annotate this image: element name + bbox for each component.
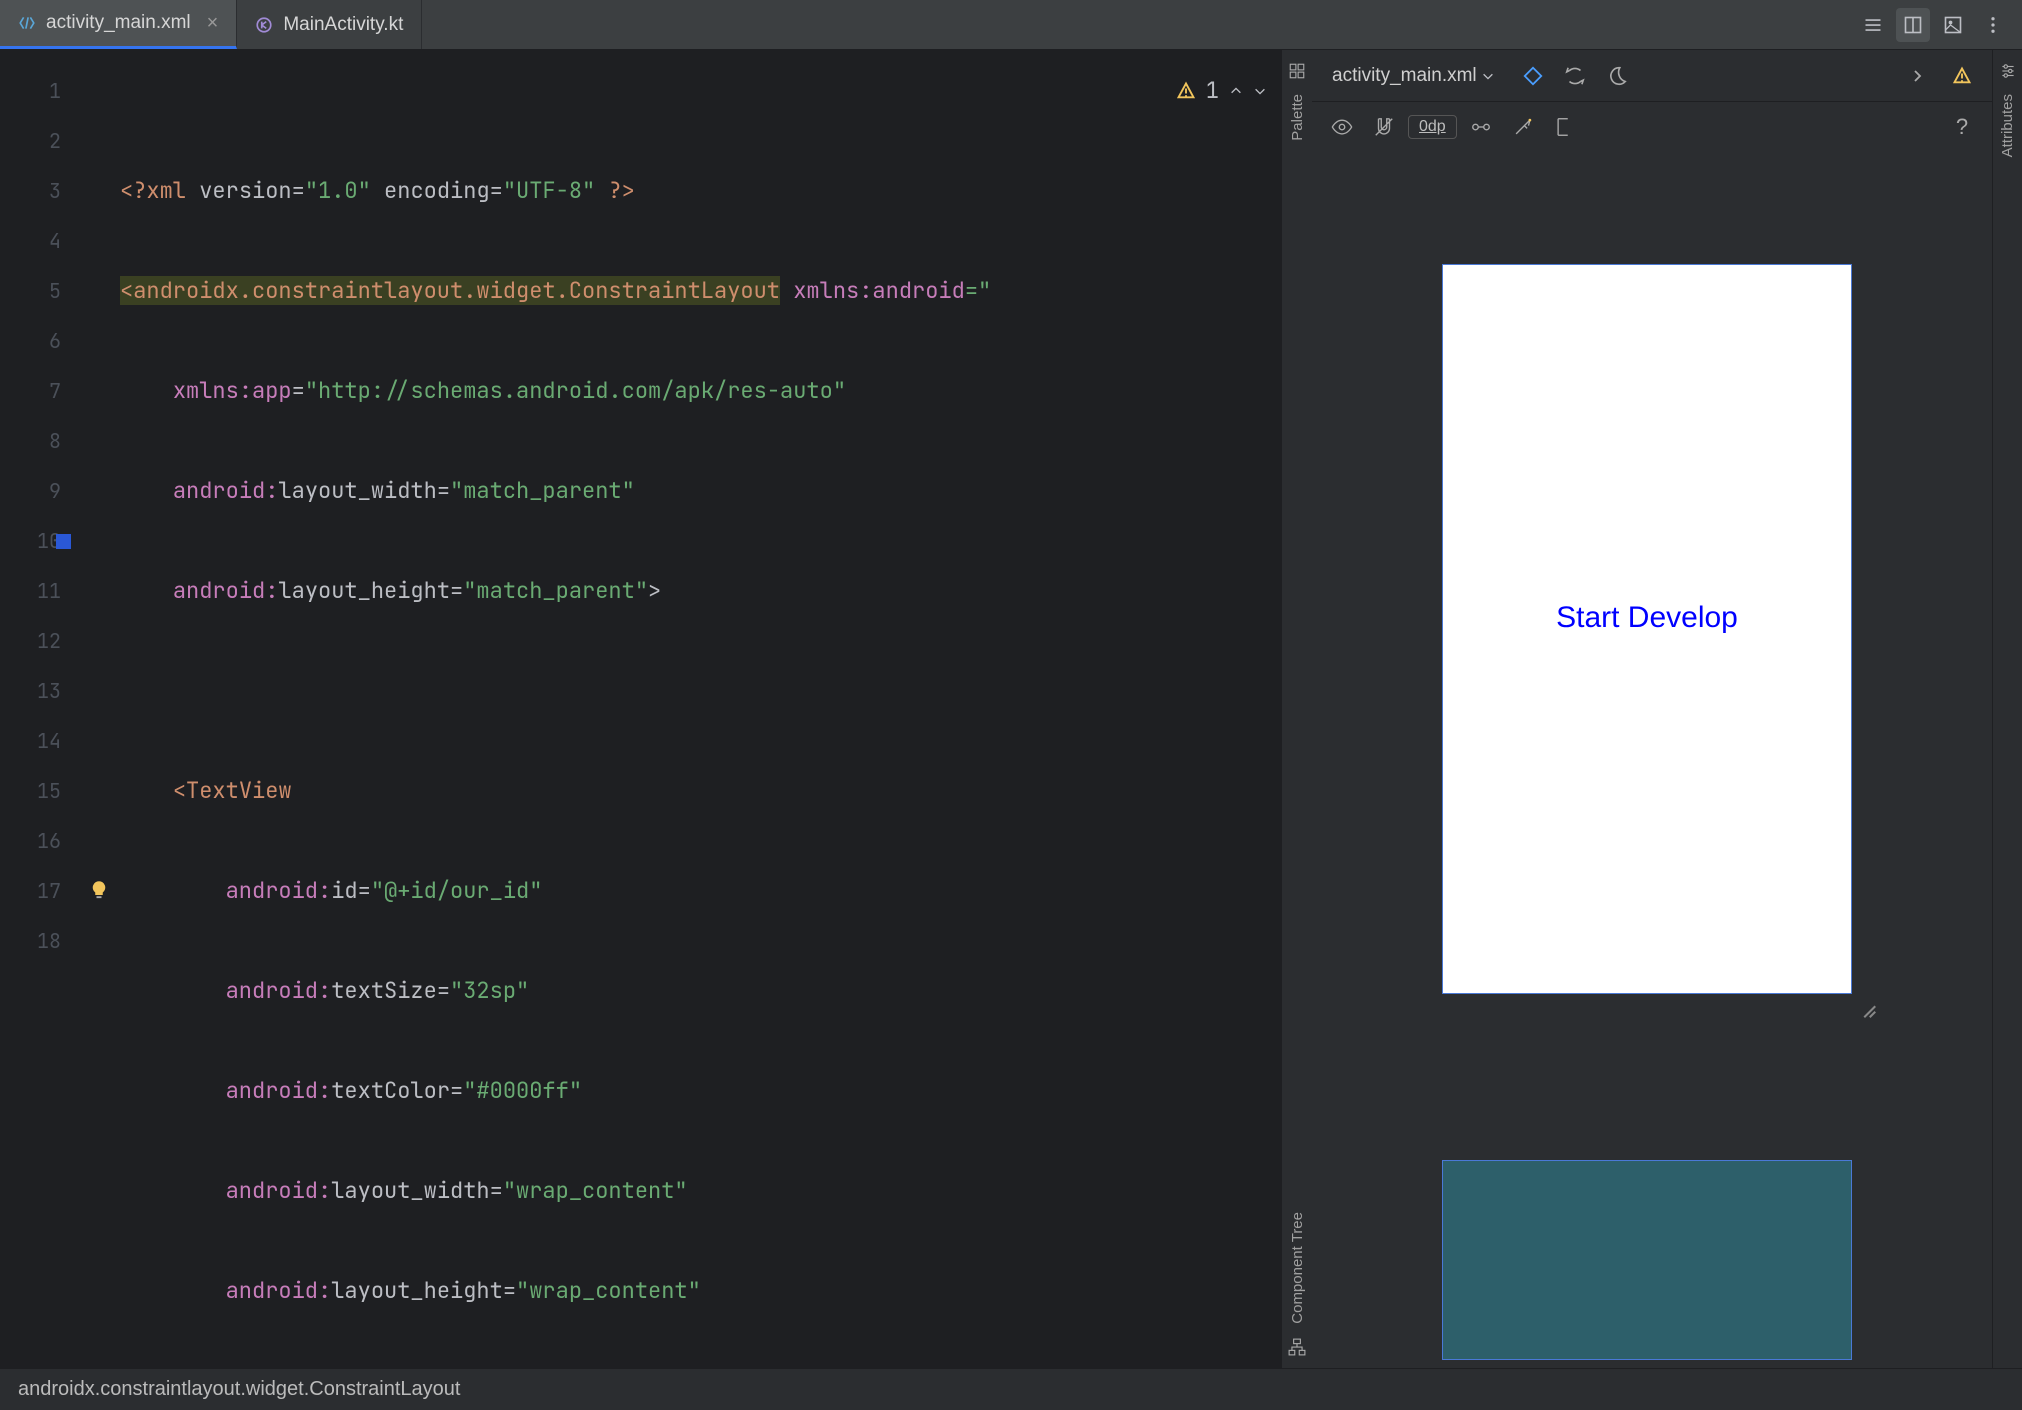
status-bar: androidx.constraintlayout.widget.Constra… [0, 1368, 2022, 1410]
close-icon[interactable]: × [201, 12, 219, 35]
kotlin-file-icon [255, 16, 273, 34]
device-frame[interactable]: Start Develop [1442, 264, 1852, 994]
magnet-icon[interactable] [1366, 109, 1402, 145]
palette-panel-strip: Palette Component Tree [1282, 50, 1312, 1368]
preview-textview[interactable]: Start Develop [1443, 601, 1851, 635]
warning-count: 1 [1206, 66, 1219, 116]
resize-handle-icon[interactable] [1856, 998, 1878, 1020]
code-editor[interactable]: 1 2 3 4 5 6 7 8 9 10 11 12 13 14 15 16 1… [0, 50, 1281, 1368]
eye-icon[interactable] [1324, 109, 1360, 145]
more-icon[interactable] [1976, 8, 2010, 42]
warning-icon [1176, 81, 1196, 101]
tab-mainactivity[interactable]: MainActivity.kt [237, 0, 422, 49]
layout-preview-panel: activity_main.xml 0dp [1312, 50, 1992, 1368]
code-view-button[interactable] [1856, 8, 1890, 42]
editor-tab-bar: activity_main.xml × MainActivity.kt [0, 0, 2022, 50]
color-swatch-icon[interactable] [56, 534, 71, 549]
component-tree-label[interactable]: Component Tree [1289, 1212, 1306, 1324]
tab-label: MainActivity.kt [283, 14, 403, 36]
design-canvas[interactable]: Start Develop [1312, 152, 1992, 1368]
tab-label: activity_main.xml [46, 12, 191, 34]
xml-file-icon [18, 14, 36, 32]
help-icon[interactable]: ? [1944, 109, 1980, 145]
orientation-icon[interactable] [1557, 58, 1593, 94]
tab-activity-main[interactable]: activity_main.xml × [0, 0, 237, 49]
preview-file-dropdown[interactable]: activity_main.xml [1324, 61, 1503, 91]
chevron-up-icon[interactable] [1229, 84, 1243, 98]
palette-icon[interactable] [1288, 62, 1306, 80]
blueprint-frame[interactable] [1442, 1160, 1852, 1360]
code-body[interactable]: 1 <?xml version="1.0" encoding="UTF-8" ?… [85, 50, 1281, 1368]
split-view-button[interactable] [1896, 8, 1930, 42]
design-view-button[interactable] [1936, 8, 1970, 42]
infer-constraints-icon[interactable] [1463, 109, 1499, 145]
component-tree-icon[interactable] [1288, 1338, 1306, 1356]
default-margin-button[interactable]: 0dp [1408, 115, 1457, 139]
breadcrumb[interactable]: androidx.constraintlayout.widget.Constra… [18, 1378, 460, 1401]
attributes-label[interactable]: Attributes [1999, 94, 2016, 157]
problems-widget[interactable]: 1 [1176, 66, 1267, 116]
design-surface-icon[interactable] [1515, 58, 1551, 94]
view-mode-toolbar [1856, 0, 2022, 49]
chevron-down-icon [1481, 69, 1495, 83]
settings-icon[interactable] [1999, 62, 2017, 80]
warning-icon[interactable] [1944, 58, 1980, 94]
attributes-panel-strip: Attributes [1992, 50, 2022, 1368]
chevron-down-icon[interactable] [1253, 84, 1267, 98]
clear-constraints-icon[interactable] [1505, 109, 1541, 145]
night-mode-icon[interactable] [1599, 58, 1635, 94]
palette-label[interactable]: Palette [1289, 94, 1306, 141]
guidelines-icon[interactable] [1547, 109, 1583, 145]
chevron-right-icon[interactable] [1900, 58, 1936, 94]
line-gutter: 1 2 3 4 5 6 7 8 9 10 11 12 13 14 15 16 1… [0, 50, 85, 1368]
